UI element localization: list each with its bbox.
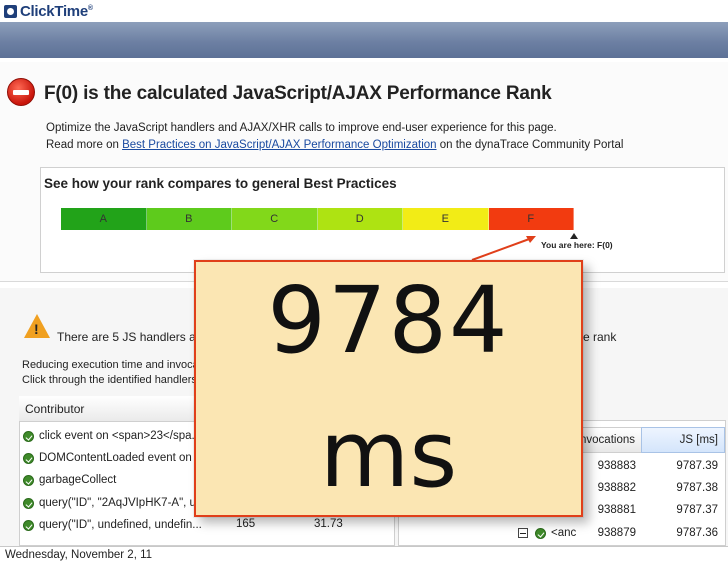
callout-value: 9784 <box>267 267 510 374</box>
table-row[interactable]: click event on <span>23</spa... <box>23 427 201 445</box>
invocations-value: 938879 <box>597 527 636 539</box>
rank-scale-bar: ABCDEF <box>61 208 574 230</box>
check-icon <box>23 452 34 464</box>
rank-grade-f: F <box>488 208 574 230</box>
check-icon <box>23 430 34 442</box>
rank-compare-title: See how your rank compares to general Be… <box>44 176 397 191</box>
column-header-contributor[interactable]: Contributor <box>25 402 84 416</box>
clicktime-logo[interactable]: ClickTime® <box>4 2 93 20</box>
check-icon <box>535 528 546 539</box>
brand-name: ClickTime <box>20 2 88 20</box>
rank-grade-e: E <box>403 208 489 230</box>
rank-grade-b: B <box>146 208 232 230</box>
js-ms-value: 9787.39 <box>676 460 718 472</box>
trademark: ® <box>87 4 93 12</box>
column-header-invocations[interactable]: nvocations <box>580 427 642 453</box>
stop-icon <box>7 78 35 106</box>
rank-pointer-icon <box>570 233 578 239</box>
reduce-description: Reducing execution time and invocatio Cl… <box>22 359 211 386</box>
invocations-value: 938882 <box>597 482 636 494</box>
check-icon <box>23 497 34 509</box>
top-bar: ClickTime® <box>0 0 728 22</box>
row-count: 165 <box>236 518 256 530</box>
warning-exclamation: ! <box>34 321 39 337</box>
you-are-here-label: You are here: F(0) <box>541 240 613 250</box>
rank-grade-d: D <box>317 208 403 230</box>
best-practices-link[interactable]: Best Practices on JavaScript/AJAX Perfor… <box>122 139 436 151</box>
table-row[interactable]: garbageCollect <box>23 471 116 489</box>
rank-description: Optimize the JavaScript handlers and AJA… <box>46 120 623 154</box>
check-icon <box>23 474 34 486</box>
rank-grade-c: C <box>232 208 318 230</box>
navigation-band <box>0 22 728 58</box>
invocations-value: 938883 <box>597 460 636 472</box>
footer-date: Wednesday, November 2, 11 <box>5 549 153 561</box>
column-header-js-ms[interactable]: JS [ms] <box>641 427 725 453</box>
js-ms-value: 9787.36 <box>676 527 718 539</box>
rank-grade-a: A <box>61 208 147 230</box>
warning-text-tail: e rank <box>583 330 617 344</box>
js-ms-value: 9787.38 <box>676 482 718 494</box>
page-title: F(0) is the calculated JavaScript/AJAX P… <box>44 83 552 104</box>
js-ms-value: 9787.37 <box>676 504 718 516</box>
table-row[interactable]: query("ID", "2AqJVIpHK7-A", u... <box>23 494 206 512</box>
description-line-1: Optimize the JavaScript handlers and AJA… <box>46 122 557 134</box>
collapse-toggle-icon[interactable] <box>518 528 528 538</box>
row-ms: 31.73 <box>314 518 343 530</box>
check-icon <box>23 519 34 531</box>
last-row-label: <anc <box>551 527 577 539</box>
description-line-2: Read more on Best Practices on JavaScrip… <box>46 139 624 151</box>
callout-unit: ms <box>319 401 458 508</box>
table-row[interactable]: DOMContentLoaded event on ... <box>23 449 205 467</box>
clicktime-logo-icon <box>4 4 17 18</box>
table-row[interactable]: query("ID", undefined, undefin... <box>23 516 202 534</box>
invocations-value: 938881 <box>597 504 636 516</box>
